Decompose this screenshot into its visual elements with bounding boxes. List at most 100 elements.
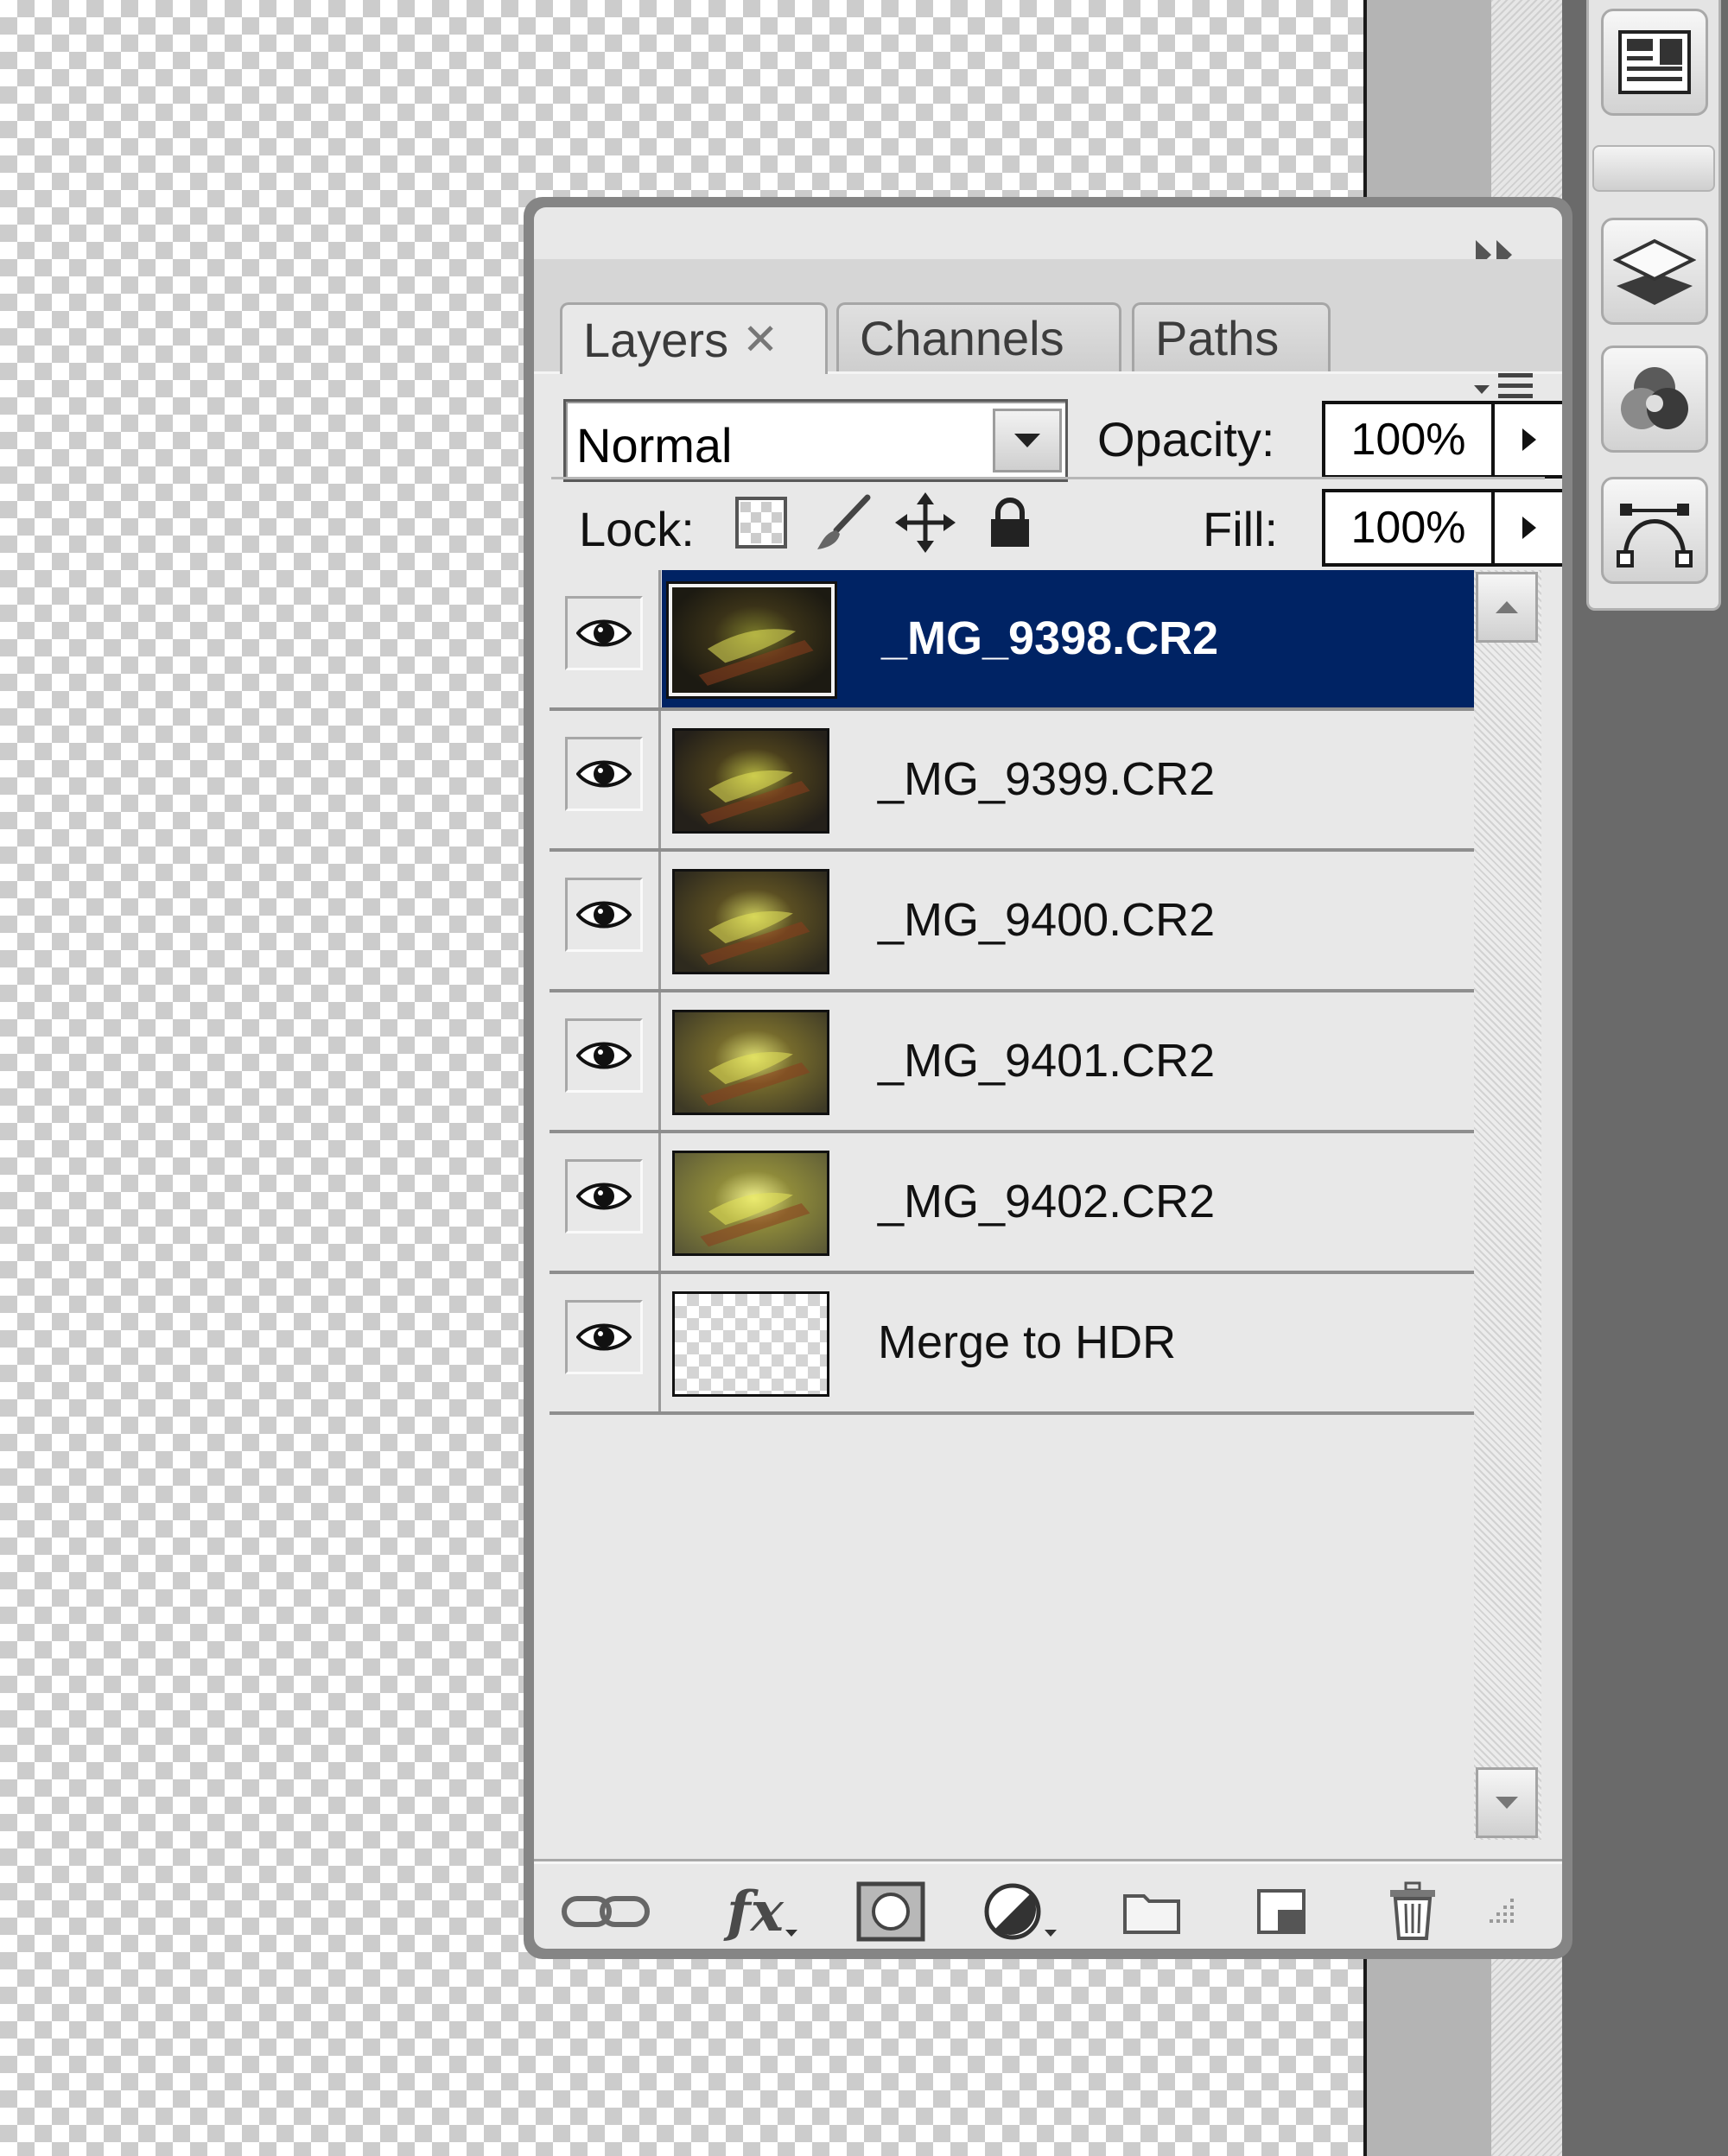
layer-style-button[interactable]: fx [715, 1873, 810, 1949]
trash-icon [1390, 1881, 1435, 1940]
info-panel-icon [1618, 30, 1691, 94]
tab-paths-label: Paths [1155, 311, 1280, 365]
panel-dock [1586, 0, 1721, 611]
layer-row[interactable]: _MG_9398.CR2 [550, 570, 1474, 711]
brush-icon [817, 494, 871, 549]
blend-mode-dropdown-button[interactable] [993, 409, 1062, 472]
fx-icon: fx [727, 1879, 784, 1944]
scroll-up-button[interactable] [1476, 572, 1538, 643]
layer-visibility-toggle[interactable] [565, 596, 643, 670]
layers-stack-icon [1613, 238, 1696, 305]
layer-thumbnail[interactable] [672, 1010, 829, 1115]
folder-icon [1123, 1894, 1180, 1934]
layer-row[interactable]: _MG_9400.CR2 [550, 852, 1474, 992]
layer-row[interactable]: _MG_9399.CR2 [550, 711, 1474, 852]
layer-thumbnail[interactable] [672, 1151, 829, 1256]
eye-icon [576, 1042, 632, 1069]
tab-paths[interactable]: Paths [1132, 302, 1331, 371]
channels-icon [1621, 367, 1688, 429]
layers-panel-body: Layers ✕ Channels Paths Normal Opacity: … [534, 207, 1562, 1949]
visibility-column-divider [658, 711, 661, 848]
link-icon [562, 1896, 650, 1927]
tab-layers-label: Layers [583, 312, 729, 367]
layer-row[interactable]: _MG_9401.CR2 [550, 992, 1474, 1133]
resize-grip[interactable] [1458, 1873, 1536, 1949]
layer-visibility-toggle[interactable] [565, 1159, 643, 1233]
opacity-label: Opacity: [1097, 412, 1275, 466]
fill-value[interactable]: 100% [1325, 492, 1491, 563]
visibility-column-divider [658, 1274, 661, 1411]
arrow-down-icon [1496, 1797, 1518, 1809]
add-layer-mask-button[interactable] [843, 1873, 938, 1949]
layer-visibility-toggle[interactable] [565, 737, 643, 811]
link-layers-button[interactable] [558, 1873, 653, 1949]
fill-slider-button[interactable] [1491, 492, 1562, 563]
layers-panel-button[interactable] [1601, 218, 1708, 325]
opacity-slider-button[interactable] [1491, 404, 1562, 475]
layer-name[interactable]: Merge to HDR [878, 1316, 1176, 1369]
close-icon[interactable]: ✕ [742, 314, 778, 365]
delete-layer-button[interactable] [1365, 1873, 1460, 1949]
new-layer-button[interactable] [1234, 1873, 1329, 1949]
scroll-down-button[interactable] [1476, 1767, 1538, 1838]
layer-thumbnail[interactable] [672, 728, 829, 834]
chevron-down-icon [1014, 434, 1040, 447]
eye-icon [576, 901, 632, 929]
fill-field[interactable]: 100% [1322, 489, 1562, 567]
opacity-field[interactable]: 100% [1322, 401, 1562, 479]
paths-icon [1617, 504, 1693, 568]
eye-icon [576, 1183, 632, 1210]
new-adjustment-layer-button[interactable] [973, 1873, 1068, 1949]
layer-name[interactable]: _MG_9399.CR2 [878, 752, 1215, 806]
arrow-up-icon [1496, 601, 1518, 613]
tab-channels[interactable]: Channels [836, 302, 1121, 371]
layer-visibility-toggle[interactable] [565, 1018, 643, 1093]
tab-channels-label: Channels [860, 311, 1064, 365]
layer-name[interactable]: _MG_9401.CR2 [878, 1034, 1215, 1088]
layers-scrollbar[interactable] [1474, 570, 1541, 1840]
visibility-column-divider [658, 852, 661, 989]
checkerboard-icon [735, 497, 787, 549]
visibility-column-divider [658, 570, 661, 707]
dropdown-arrow-icon [785, 1930, 797, 1937]
layer-row[interactable]: Merge to HDR [550, 1274, 1474, 1415]
visibility-column-divider [658, 992, 661, 1130]
move-icon [895, 492, 956, 553]
layer-thumbnail[interactable] [666, 581, 837, 699]
lock-image-pixels-button[interactable] [814, 492, 874, 553]
dock-separator [1592, 145, 1715, 192]
layer-visibility-toggle[interactable] [565, 1300, 643, 1374]
resize-grip-icon [1490, 1899, 1514, 1923]
lock-label: Lock: [579, 502, 695, 556]
layer-name[interactable]: _MG_9400.CR2 [878, 893, 1215, 947]
lock-icon [991, 498, 1029, 547]
lock-all-button[interactable] [980, 492, 1040, 553]
adjustment-layer-icon [984, 1883, 1041, 1940]
panel-tab-bar: Layers ✕ Channels Paths [534, 259, 1562, 398]
eye-icon [576, 619, 632, 647]
layer-thumbnail[interactable] [672, 1291, 829, 1397]
tab-layers[interactable]: Layers ✕ [560, 302, 828, 374]
new-group-button[interactable] [1104, 1873, 1199, 1949]
layer-name[interactable]: _MG_9398.CR2 [881, 612, 1218, 665]
triangle-right-icon [1522, 428, 1536, 451]
lock-transparent-pixels-button[interactable] [731, 492, 791, 553]
fill-label: Fill: [1203, 502, 1279, 556]
lock-position-button[interactable] [895, 492, 956, 553]
layer-visibility-toggle[interactable] [565, 878, 643, 952]
visibility-column-divider [658, 1133, 661, 1271]
channels-panel-button[interactable] [1601, 346, 1708, 453]
blend-mode-select[interactable]: Normal [563, 399, 1068, 482]
layer-row[interactable]: _MG_9402.CR2 [550, 1133, 1474, 1274]
layer-name[interactable]: _MG_9402.CR2 [878, 1175, 1215, 1228]
dropdown-arrow-icon [1045, 1930, 1057, 1937]
eye-icon [576, 760, 632, 788]
layer-thumbnail[interactable] [672, 869, 829, 974]
paths-panel-button[interactable] [1601, 477, 1708, 584]
layers-list: _MG_9398.CR2 _MG_9399.CR2 _MG_9400.CR2 _MG_… [550, 570, 1474, 1415]
eye-icon [576, 1323, 632, 1351]
layers-panel: Layers ✕ Channels Paths Normal Opacity: … [524, 197, 1572, 1959]
triangle-right-icon [1522, 517, 1536, 539]
info-panel-button[interactable] [1601, 9, 1708, 116]
opacity-value[interactable]: 100% [1325, 404, 1491, 475]
